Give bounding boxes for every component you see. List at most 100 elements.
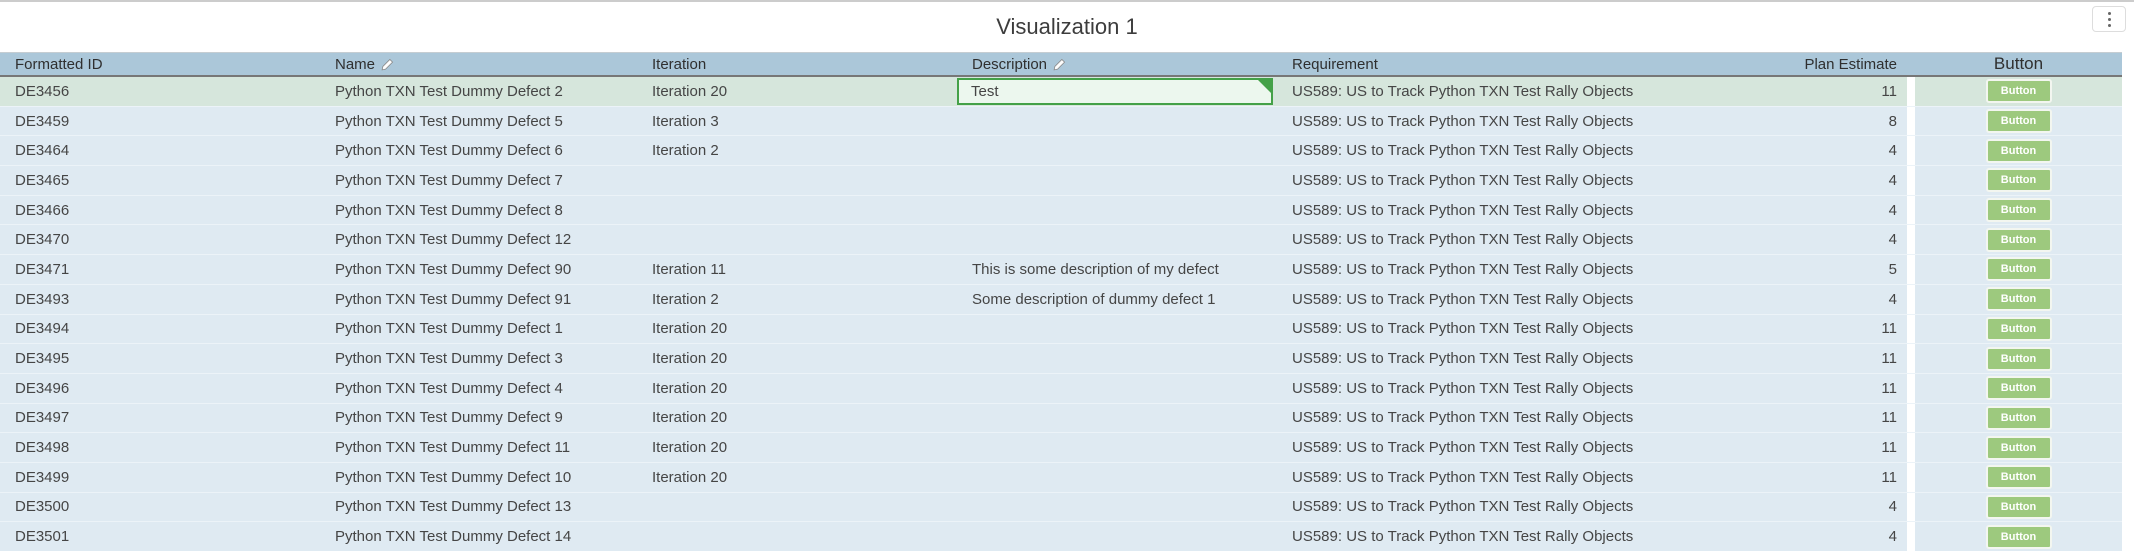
table-row[interactable]: DE3459 Python TXN Test Dummy Defect 5 It… — [0, 106, 2122, 136]
table-row[interactable]: DE3466 Python TXN Test Dummy Defect 8 US… — [0, 195, 2122, 225]
cell-description — [957, 166, 1277, 195]
description-edit-box[interactable] — [957, 463, 1277, 492]
cell-name: Python TXN Test Dummy Defect 5 — [320, 107, 637, 136]
description-edit-box[interactable] — [957, 522, 1277, 551]
table-row[interactable]: DE3499 Python TXN Test Dummy Defect 10 I… — [0, 462, 2122, 492]
cell-description — [957, 374, 1277, 403]
row-action-button[interactable]: Button — [1986, 465, 2052, 489]
column-separator — [1907, 77, 1915, 106]
column-header-name[interactable]: Name — [320, 53, 637, 75]
column-separator — [1907, 255, 1915, 284]
table-row[interactable]: DE3471 Python TXN Test Dummy Defect 90 I… — [0, 254, 2122, 284]
cell-requirement: US589: US to Track Python TXN Test Rally… — [1277, 463, 1722, 492]
description-edit-box[interactable] — [957, 136, 1277, 165]
row-action-button[interactable]: Button — [1986, 287, 2052, 311]
cell-name: Python TXN Test Dummy Defect 6 — [320, 136, 637, 165]
column-separator — [1907, 107, 1915, 136]
description-edit-box[interactable] — [957, 404, 1277, 433]
cell-name: Python TXN Test Dummy Defect 9 — [320, 404, 637, 433]
row-action-button[interactable]: Button — [1986, 376, 2052, 400]
table-row[interactable]: DE3464 Python TXN Test Dummy Defect 6 It… — [0, 135, 2122, 165]
table-row[interactable]: DE3456 Python TXN Test Dummy Defect 2 It… — [0, 77, 2122, 106]
row-action-button[interactable]: Button — [1986, 257, 2052, 281]
cell-requirement: US589: US to Track Python TXN Test Rally… — [1277, 166, 1722, 195]
cell-name: Python TXN Test Dummy Defect 13 — [320, 493, 637, 522]
cell-button: Button — [1915, 374, 2122, 403]
row-action-button[interactable]: Button — [1986, 495, 2052, 519]
description-edit-box[interactable] — [957, 196, 1277, 225]
description-edit-box[interactable] — [957, 315, 1277, 344]
table-row[interactable]: DE3496 Python TXN Test Dummy Defect 4 It… — [0, 373, 2122, 403]
column-separator — [1907, 433, 1915, 462]
table-row[interactable]: DE3494 Python TXN Test Dummy Defect 1 It… — [0, 314, 2122, 344]
cell-name: Python TXN Test Dummy Defect 90 — [320, 255, 637, 284]
cell-requirement: US589: US to Track Python TXN Test Rally… — [1277, 433, 1722, 462]
row-action-button[interactable]: Button — [1986, 525, 2052, 549]
cell-description — [957, 196, 1277, 225]
description-edit-box[interactable] — [957, 493, 1277, 522]
row-action-button[interactable]: Button — [1986, 168, 2052, 192]
row-action-button[interactable]: Button — [1986, 317, 2052, 341]
column-header-description[interactable]: Description — [957, 53, 1277, 75]
column-separator — [1907, 136, 1915, 165]
cell-formatted-id: DE3494 — [0, 315, 320, 344]
description-edit-box[interactable] — [957, 374, 1277, 403]
cell-name: Python TXN Test Dummy Defect 11 — [320, 433, 637, 462]
table-row[interactable]: DE3470 Python TXN Test Dummy Defect 12 U… — [0, 224, 2122, 254]
table-row[interactable]: DE3495 Python TXN Test Dummy Defect 3 It… — [0, 343, 2122, 373]
table-row[interactable]: DE3498 Python TXN Test Dummy Defect 11 I… — [0, 432, 2122, 462]
description-edit-box[interactable] — [957, 344, 1277, 373]
cell-formatted-id: DE3466 — [0, 196, 320, 225]
table-row[interactable]: DE3493 Python TXN Test Dummy Defect 91 I… — [0, 284, 2122, 314]
cell-formatted-id: DE3456 — [0, 77, 320, 106]
description-edit-box[interactable] — [957, 166, 1277, 195]
row-action-button[interactable]: Button — [1986, 406, 2052, 430]
cell-requirement: US589: US to Track Python TXN Test Rally… — [1277, 374, 1722, 403]
column-header-formatted-id[interactable]: Formatted ID — [0, 53, 320, 75]
cell-iteration: Iteration 20 — [637, 463, 957, 492]
table-row[interactable]: DE3500 Python TXN Test Dummy Defect 13 U… — [0, 492, 2122, 522]
cell-button: Button — [1915, 404, 2122, 433]
cell-button: Button — [1915, 463, 2122, 492]
row-action-button[interactable]: Button — [1986, 79, 2052, 103]
table-row[interactable]: DE3501 Python TXN Test Dummy Defect 14 U… — [0, 521, 2122, 551]
cell-iteration — [637, 166, 957, 195]
description-edit-box[interactable]: Some description of dummy defect 1 — [957, 285, 1277, 314]
description-edit-box[interactable] — [957, 433, 1277, 462]
cell-requirement: US589: US to Track Python TXN Test Rally… — [1277, 136, 1722, 165]
row-action-button[interactable]: Button — [1986, 198, 2052, 222]
row-action-button[interactable]: Button — [1986, 139, 2052, 163]
column-separator — [1907, 404, 1915, 433]
kebab-menu-button[interactable] — [2092, 6, 2126, 32]
column-header-plan-estimate[interactable]: Plan Estimate — [1722, 53, 1907, 75]
column-header-requirement[interactable]: Requirement — [1277, 53, 1722, 75]
cell-requirement: US589: US to Track Python TXN Test Rally… — [1277, 522, 1722, 551]
column-header-iteration[interactable]: Iteration — [637, 53, 957, 75]
cell-button: Button — [1915, 493, 2122, 522]
cell-description: Test — [957, 77, 1277, 106]
cell-description — [957, 315, 1277, 344]
cell-formatted-id: DE3471 — [0, 255, 320, 284]
row-action-button[interactable]: Button — [1986, 109, 2052, 133]
row-action-button[interactable]: Button — [1986, 347, 2052, 371]
table-body: DE3456 Python TXN Test Dummy Defect 2 It… — [0, 77, 2122, 551]
cell-iteration — [637, 522, 957, 551]
row-action-button[interactable]: Button — [1986, 436, 2052, 460]
cell-iteration: Iteration 2 — [637, 285, 957, 314]
cell-iteration: Iteration 20 — [637, 404, 957, 433]
cell-plan-estimate: 8 — [1722, 107, 1907, 136]
description-edit-box[interactable]: This is some description of my defect — [957, 255, 1277, 284]
cell-button: Button — [1915, 433, 2122, 462]
description-edit-box[interactable] — [957, 107, 1277, 136]
row-action-button[interactable]: Button — [1986, 228, 2052, 252]
cell-button: Button — [1915, 285, 2122, 314]
description-edit-box[interactable] — [957, 225, 1277, 254]
cell-plan-estimate: 11 — [1722, 404, 1907, 433]
cell-plan-estimate: 11 — [1722, 315, 1907, 344]
cell-name: Python TXN Test Dummy Defect 10 — [320, 463, 637, 492]
table-row[interactable]: DE3465 Python TXN Test Dummy Defect 7 US… — [0, 165, 2122, 195]
cell-name: Python TXN Test Dummy Defect 1 — [320, 315, 637, 344]
description-edit-box[interactable]: Test — [957, 78, 1273, 105]
cell-description — [957, 493, 1277, 522]
table-row[interactable]: DE3497 Python TXN Test Dummy Defect 9 It… — [0, 403, 2122, 433]
